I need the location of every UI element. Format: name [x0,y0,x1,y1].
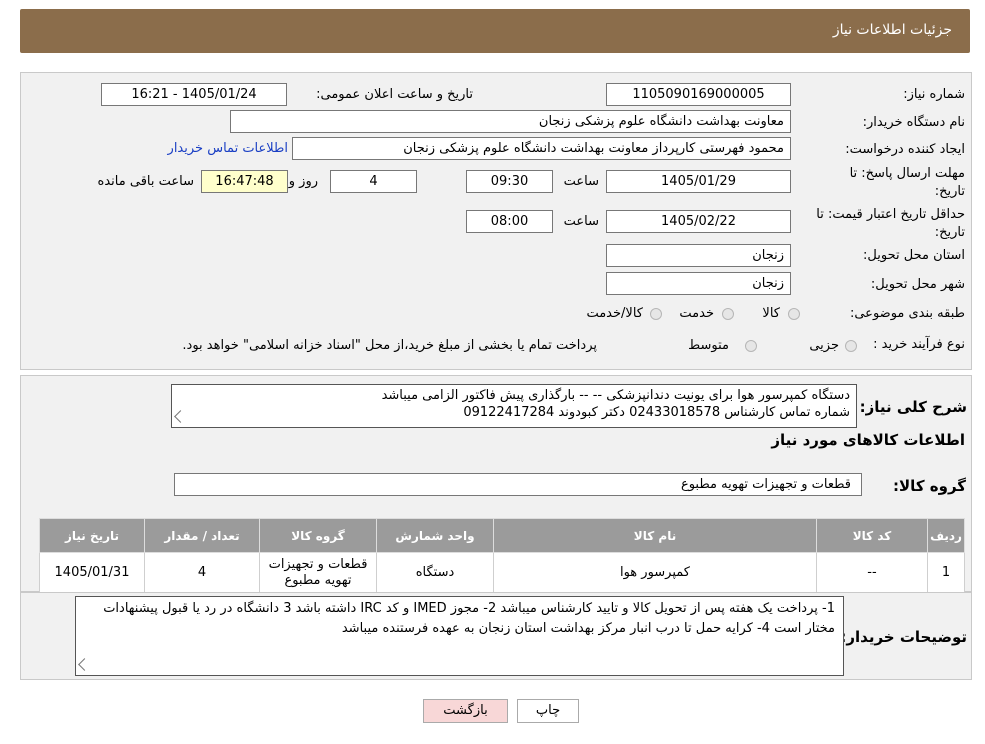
deadline-time-label: ساعت [563,174,599,189]
days-label: روز و [288,174,318,189]
city-label: شهر محل تحویل: [870,277,965,292]
goods-section-title: اطلاعات کالاهای مورد نیاز [771,431,965,449]
cell-name: کمپرسور هوا [493,552,817,594]
goods-group-field: قطعات و تجهیزات تهویه مطبوع [174,473,862,496]
description-label: شرح کلی نیاز: [859,398,967,416]
buyer-contact-link[interactable]: اطلاعات تماس خریدار [168,141,288,156]
description-line2: شماره تماس کارشناس 02433018578 دکتر کبود… [463,405,850,420]
col-date: تاریخ نیاز [39,518,145,553]
category-option-service: خدمت [679,306,714,321]
process-radio-medium[interactable] [745,340,757,352]
buyer-org-label: نام دستگاه خریدار: [862,115,965,130]
deadline-label: مهلت ارسال پاسخ: تا تاریخ: [850,165,965,201]
table-row: 1 -- کمپرسور هوا دستگاه قطعات و تجهیزات … [39,552,965,594]
deadline-label-line2: تاریخ: [934,184,965,199]
cell-row: 1 [927,552,965,594]
cell-qty: 4 [144,552,260,594]
category-radio-service[interactable] [722,308,734,320]
buyer-notes-text: 1- پرداخت یک هفته پس از تحویل کالا و تای… [103,601,835,636]
process-option-minor: جزیی [809,338,839,353]
need-number-field: 1105090169000005 [606,83,791,106]
buyer-org-field: معاونت بهداشت دانشگاه علوم پزشکی زنجان [230,110,791,133]
process-radio-minor[interactable] [845,340,857,352]
goods-table: ردیف کد کالا نام کالا واحد شمارش گروه کا… [39,518,965,594]
creator-label: ایجاد کننده درخواست: [845,142,965,157]
process-label: نوع فرآیند خرید : [873,337,965,352]
validity-date-field: 1405/02/22 [606,210,791,233]
creator-field: محمود فهرستی کارپرداز معاونت بهداشت دانش… [292,137,791,160]
deadline-label-line1: مهلت ارسال پاسخ: تا [849,166,965,181]
announce-field: 1405/01/24 - 16:21 [101,83,287,106]
cell-code: -- [816,552,928,594]
description-textarea[interactable]: دستگاه کمپرسور هوا برای یونیت دندانپزشکی… [171,384,857,428]
category-option-goods: کالا [762,306,780,321]
province-field: زنجان [606,244,791,267]
cell-date: 1405/01/31 [39,552,145,594]
category-label: طبقه بندی موضوعی: [849,306,965,321]
remaining-time-field: 16:47:48 [201,170,288,193]
category-radio-goods[interactable] [788,308,800,320]
validity-time-field: 08:00 [466,210,553,233]
page-title: جزئیات اطلاعات نیاز [832,22,952,38]
col-qty: تعداد / مقدار [144,518,260,553]
col-row: ردیف [927,518,965,553]
validity-label: حداقل تاریخ اعتبار قیمت: تا تاریخ: [816,206,965,242]
process-option-medium: متوسط [688,338,729,353]
description-line1: دستگاه کمپرسور هوا برای یونیت دندانپزشکی… [381,388,850,403]
resize-handle-icon[interactable] [78,658,91,671]
process-note: پرداخت تمام یا بخشی از مبلغ خرید،از محل … [182,338,597,353]
cell-unit: دستگاه [376,552,494,594]
need-number-label: شماره نیاز: [903,87,965,102]
category-radio-goods-service[interactable] [650,308,662,320]
cell-group: قطعات و تجهیزات تهویه مطبوع [259,552,377,594]
col-code: کد کالا [816,518,928,553]
province-label: استان محل تحویل: [863,248,965,263]
goods-table-header: ردیف کد کالا نام کالا واحد شمارش گروه کا… [39,518,965,553]
deadline-time-field: 09:30 [466,170,553,193]
announce-label: تاریخ و ساعت اعلان عمومی: [316,87,473,102]
buyer-notes-textarea[interactable]: 1- پرداخت یک هفته پس از تحویل کالا و تای… [75,596,844,676]
print-button[interactable]: چاپ [517,699,579,723]
col-group: گروه کالا [259,518,377,553]
validity-label-line2: تاریخ: [934,225,965,240]
city-field: زنجان [606,272,791,295]
goods-group-label: گروه کالا: [893,477,966,495]
back-button[interactable]: بازگشت [423,699,508,723]
category-option-goods-service: کالا/خدمت [586,306,643,321]
days-field: 4 [330,170,417,193]
page-header: جزئیات اطلاعات نیاز [20,9,970,53]
remaining-label: ساعت باقی مانده [97,174,194,189]
validity-label-line1: حداقل تاریخ اعتبار قیمت: تا [816,207,965,222]
col-unit: واحد شمارش [376,518,494,553]
buyer-notes-label: توضیحات خریدار: [840,628,967,646]
col-name: نام کالا [493,518,817,553]
validity-time-label: ساعت [563,214,599,229]
deadline-date-field: 1405/01/29 [606,170,791,193]
